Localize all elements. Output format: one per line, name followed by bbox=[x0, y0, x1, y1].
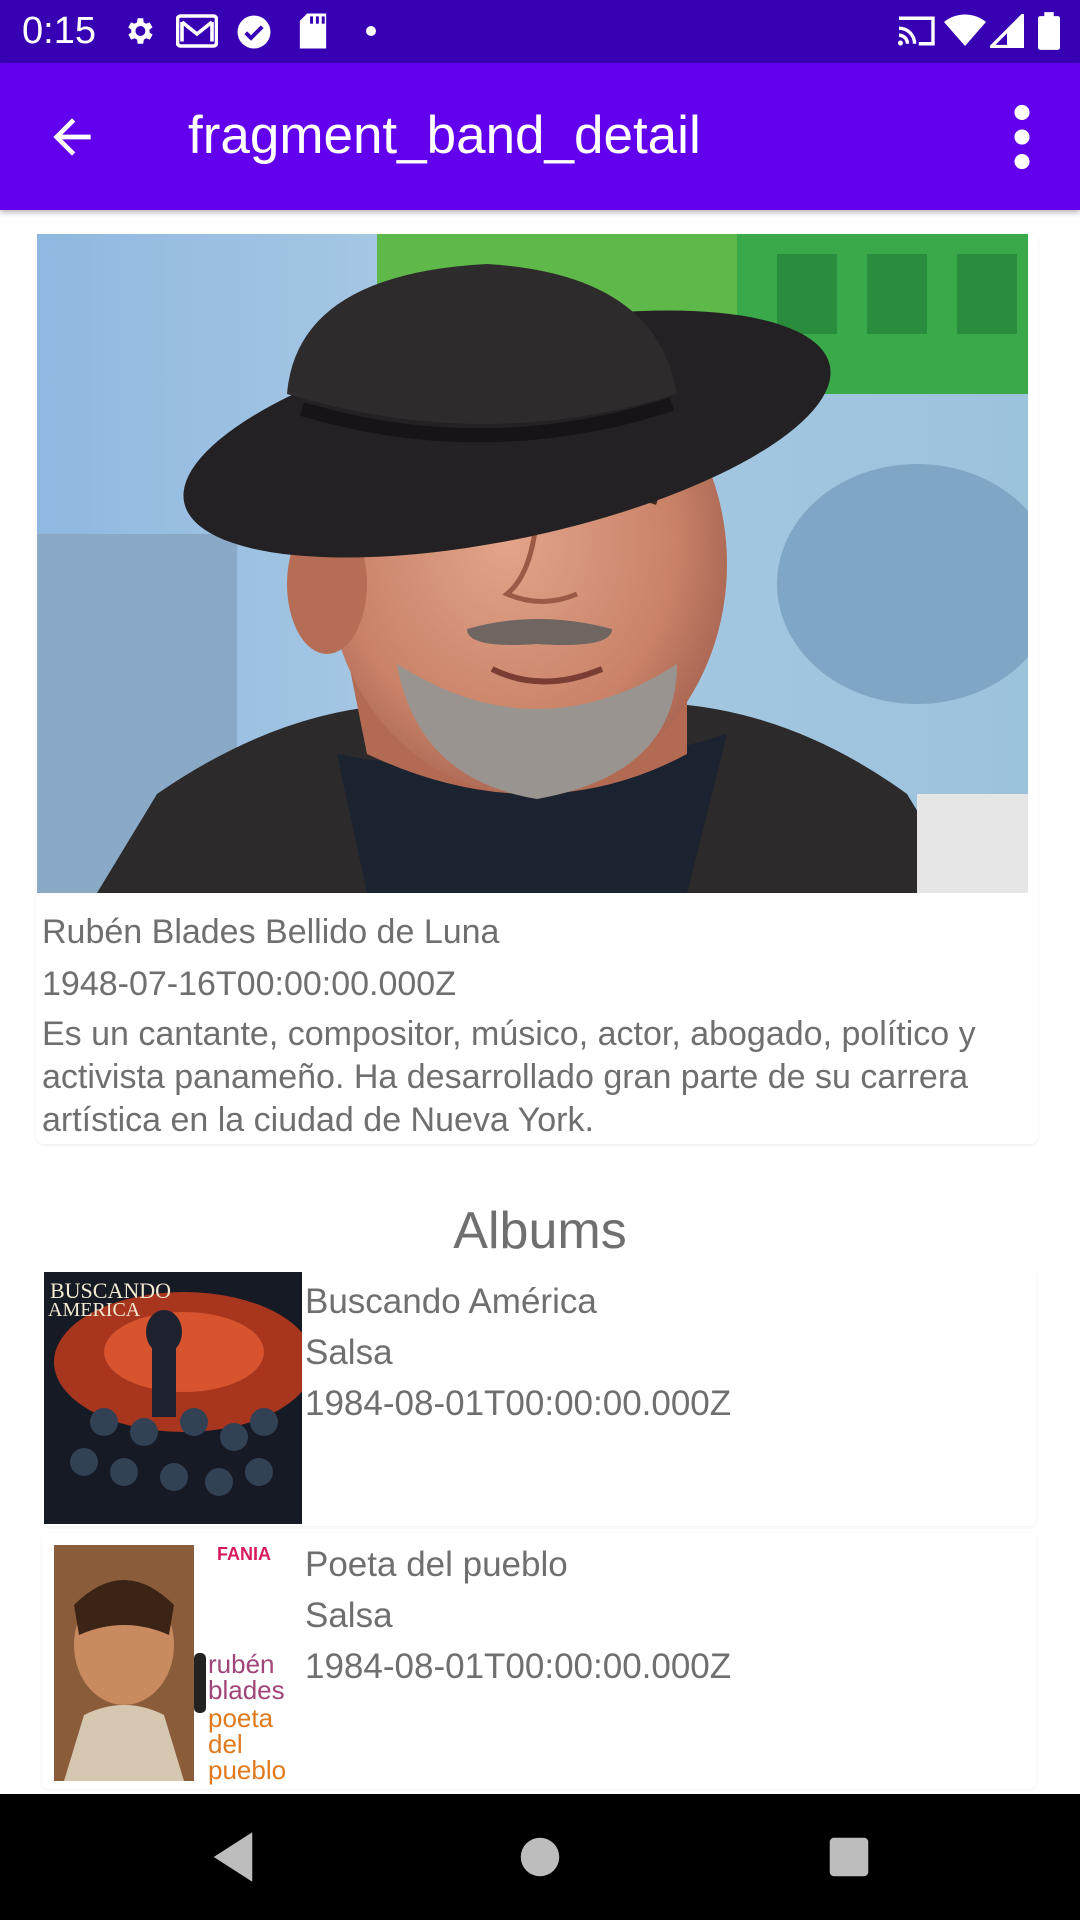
arrow-back-icon[interactable] bbox=[44, 109, 100, 165]
status-time: 0:15 bbox=[22, 10, 96, 52]
home-circle-icon[interactable] bbox=[507, 1824, 573, 1890]
recents-square-icon[interactable] bbox=[816, 1824, 882, 1890]
back-triangle-icon[interactable] bbox=[200, 1824, 266, 1890]
band-name: Rubén Blades Bellido de Luna bbox=[42, 913, 500, 951]
cover-text-6: pueblo bbox=[208, 1755, 286, 1785]
band-description: Es un cantante, compositor, músico, acto… bbox=[42, 1015, 976, 1139]
cover-text-1: FANIA bbox=[217, 1544, 271, 1564]
album-name: Buscando América bbox=[305, 1282, 597, 1321]
app-bar: fragment_band_detail bbox=[0, 63, 1080, 210]
album-name: Poeta del pueblo bbox=[305, 1545, 568, 1584]
wifi-icon bbox=[944, 14, 986, 47]
gmail-icon bbox=[176, 14, 218, 48]
page-title: fragment_band_detail bbox=[188, 106, 701, 165]
albums-heading: Albums bbox=[453, 1202, 627, 1260]
album-item[interactable]: FANIA rubén blades poeta del pueblo Poet… bbox=[42, 1533, 1036, 1789]
album-genre: Salsa bbox=[305, 1596, 393, 1635]
dot-icon bbox=[366, 26, 376, 36]
band-birth-date: 1948-07-16T00:00:00.000Z bbox=[42, 965, 456, 1003]
status-bar: 0:15 bbox=[0, 0, 1080, 63]
album-release-date: 1984-08-01T00:00:00.000Z bbox=[305, 1384, 732, 1423]
sd-card-icon bbox=[299, 13, 327, 49]
settings-icon bbox=[128, 18, 153, 44]
album-cover: BUSCANDO AMERICA bbox=[44, 1272, 302, 1524]
cover-text-2: AMERICA bbox=[48, 1299, 141, 1321]
battery-icon bbox=[1038, 12, 1060, 50]
album-release-date: 1984-08-01T00:00:00.000Z bbox=[305, 1647, 732, 1686]
navigation-bar bbox=[0, 1794, 1080, 1920]
album-cover: FANIA rubén blades poeta del pueblo bbox=[44, 1535, 302, 1787]
album-item[interactable]: BUSCANDO AMERICA Buscando América Salsa … bbox=[42, 1270, 1036, 1526]
album-genre: Salsa bbox=[305, 1333, 393, 1372]
more-vert-icon[interactable] bbox=[1000, 103, 1044, 171]
cover-text-3: blades bbox=[208, 1675, 285, 1705]
band-photo bbox=[37, 234, 1028, 893]
signal-icon bbox=[990, 14, 1024, 48]
check-circle-icon bbox=[237, 15, 271, 49]
band-detail-content[interactable]: Rubén Blades Bellido de Luna 1948-07-16T… bbox=[0, 210, 1080, 1794]
cast-icon bbox=[897, 16, 935, 46]
